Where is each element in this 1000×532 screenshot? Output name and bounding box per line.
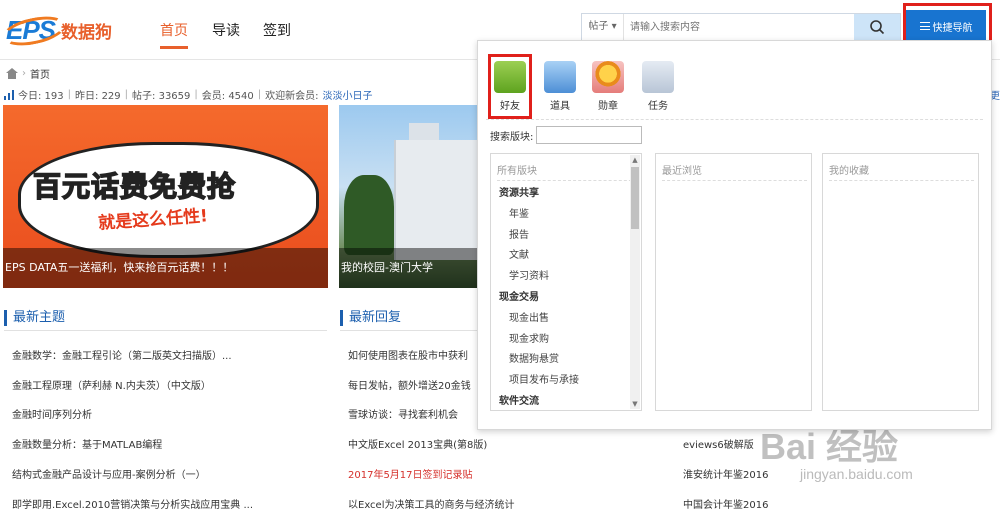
section-divider xyxy=(4,330,327,331)
board-list-scrollbar[interactable]: ▲ ▼ xyxy=(630,155,640,409)
tool-props[interactable]: 道具 xyxy=(536,61,584,112)
recent-boards-panel: 最近浏览 xyxy=(655,153,812,411)
reply-link[interactable]: 每日发帖，额外增送20金钱 xyxy=(348,377,471,392)
banner-promo[interactable]: 百元话费免费抢 就是这么任性! EPS DATA五一送福利，快来抢百元话费！！！ xyxy=(3,105,328,288)
board-item[interactable]: 现金求购 xyxy=(509,330,549,345)
forum-stats: 今日: 193 | 昨日: 229 | 帖子: 33659 | 会员: 4540 | 欢… xyxy=(4,87,373,102)
scrollbar-thumb[interactable] xyxy=(631,167,639,229)
search-icon xyxy=(870,20,885,35)
reply-link[interactable]: 雪球访谈：寻找套利机会 xyxy=(348,406,458,421)
stat-posts: 帖子: 33659 xyxy=(132,91,191,102)
board-item[interactable]: 学习资料 xyxy=(509,267,549,282)
stat-yesterday: 昨日: 229 xyxy=(75,91,121,102)
board-item[interactable]: 文献 xyxy=(509,246,529,261)
scroll-down-icon[interactable]: ▼ xyxy=(630,399,640,409)
topic-link[interactable]: 结构式金融产品设计与应用-案例分析（一） xyxy=(12,466,206,481)
banner-headline: 百元话费免费抢 xyxy=(32,169,237,204)
board-category[interactable]: 现金交易 xyxy=(499,288,539,303)
search-button[interactable] xyxy=(854,14,900,40)
board-item[interactable]: 现金出售 xyxy=(509,309,549,324)
board-item[interactable]: 报告 xyxy=(509,226,529,241)
menu-icon xyxy=(919,22,930,30)
baidu-watermark: Bai 经验 jingyan.baidu.com xyxy=(760,418,990,518)
search-type-select[interactable]: 帖子 ▾ xyxy=(582,14,624,40)
tree-shape xyxy=(344,175,394,255)
bar-chart-icon xyxy=(4,89,14,100)
resource-link[interactable]: 中国会计年鉴2016 xyxy=(683,496,768,511)
watermark-url: jingyan.baidu.com xyxy=(800,466,913,482)
checklist-icon xyxy=(642,61,674,93)
board-category[interactable]: 软件交流 xyxy=(499,392,539,407)
favorite-boards-panel: 我的收藏 xyxy=(822,153,979,411)
site-logo[interactable]: EPS 数据狗 xyxy=(0,11,113,51)
nav-home[interactable]: 首页 xyxy=(160,20,188,49)
new-member-link[interactable]: 淡淡小日子 xyxy=(323,87,373,102)
board-search-label: 搜索版块: xyxy=(490,132,534,143)
quick-nav-dropdown: 好友 道具 勋章 任务 搜索版块: 所有版块 资源共享年鉴报告文献学习资料现金交… xyxy=(477,40,992,430)
all-boards-panel: 所有版块 资源共享年鉴报告文献学习资料现金交易现金出售现金求购数据狗悬赏项目发布… xyxy=(490,153,642,411)
board-search-input[interactable] xyxy=(536,126,642,144)
stat-members: 会员: 4540 xyxy=(201,91,254,102)
search-input[interactable] xyxy=(624,14,854,40)
reply-link[interactable]: 以Excel为决策工具的商务与经济统计 xyxy=(348,496,515,511)
reply-link[interactable]: 中文版Excel 2013宝典(第8版) xyxy=(348,436,487,451)
reply-link-highlighted[interactable]: 2017年5月17日签到记录贴 xyxy=(348,466,473,481)
banner-campus[interactable]: 我的校园-澳门大学 xyxy=(339,105,479,288)
topic-link[interactable]: 金融数量分析：基于MATLAB编程 xyxy=(12,436,162,451)
tool-friends[interactable]: 好友 xyxy=(488,54,532,119)
breadcrumb: › 首页 xyxy=(6,66,50,81)
logo-cn: 数据狗 xyxy=(61,22,113,43)
nav-checkin[interactable]: 签到 xyxy=(263,20,291,40)
tool-medals[interactable]: 勋章 xyxy=(584,61,632,112)
tool-tasks[interactable]: 任务 xyxy=(634,61,682,112)
recent-boards-title: 最近浏览 xyxy=(662,162,807,181)
search-bar: 帖子 ▾ xyxy=(581,13,901,41)
resource-link[interactable]: eviews6破解版 xyxy=(683,436,754,451)
topic-link[interactable]: 金融工程原理（萨利赫 N.内夫茨）（中文版） xyxy=(12,377,211,392)
board-item[interactable]: 数据狗悬赏 xyxy=(509,350,559,365)
all-boards-title: 所有版块 xyxy=(497,162,637,181)
building-shape xyxy=(394,140,479,260)
scroll-up-icon[interactable]: ▲ xyxy=(630,155,640,165)
breadcrumb-home[interactable]: 首页 xyxy=(30,66,50,81)
stat-welcome: 欢迎新会员: xyxy=(265,91,319,102)
resource-link[interactable]: 淮安统计年鉴2016 xyxy=(683,466,768,481)
friends-icon xyxy=(494,61,526,93)
board-item[interactable]: 项目发布与承接 xyxy=(509,371,579,386)
quick-nav-button[interactable]: 快捷导航 xyxy=(906,10,986,42)
topic-link[interactable]: 金融数学：金融工程引论（第二版英文扫描版）... xyxy=(12,347,232,362)
board-category[interactable]: 资源共享 xyxy=(499,184,539,199)
magic-wand-icon xyxy=(544,61,576,93)
topic-link[interactable]: 金融时间序列分析 xyxy=(12,406,92,421)
favorite-boards-title: 我的收藏 xyxy=(829,162,974,181)
banner-caption: 我的校园-澳门大学 xyxy=(339,248,479,288)
nav-guide[interactable]: 导读 xyxy=(212,20,240,40)
section-divider xyxy=(340,330,478,331)
dropdown-divider xyxy=(486,119,983,120)
section-latest-replies: 最新回复 xyxy=(340,310,401,326)
topic-link[interactable]: 即学即用.Excel.2010营销决策与分析实战应用宝典 ... xyxy=(12,496,253,511)
home-icon[interactable] xyxy=(6,68,18,79)
medal-icon xyxy=(592,61,624,93)
section-latest-topics: 最新主题 xyxy=(4,310,65,326)
reply-link[interactable]: 如何使用图表在股市中获利 xyxy=(348,347,468,362)
banner-caption: EPS DATA五一送福利，快来抢百元话费！！！ xyxy=(3,248,328,288)
stat-today: 今日: 193 xyxy=(18,91,64,102)
board-item[interactable]: 年鉴 xyxy=(509,205,529,220)
